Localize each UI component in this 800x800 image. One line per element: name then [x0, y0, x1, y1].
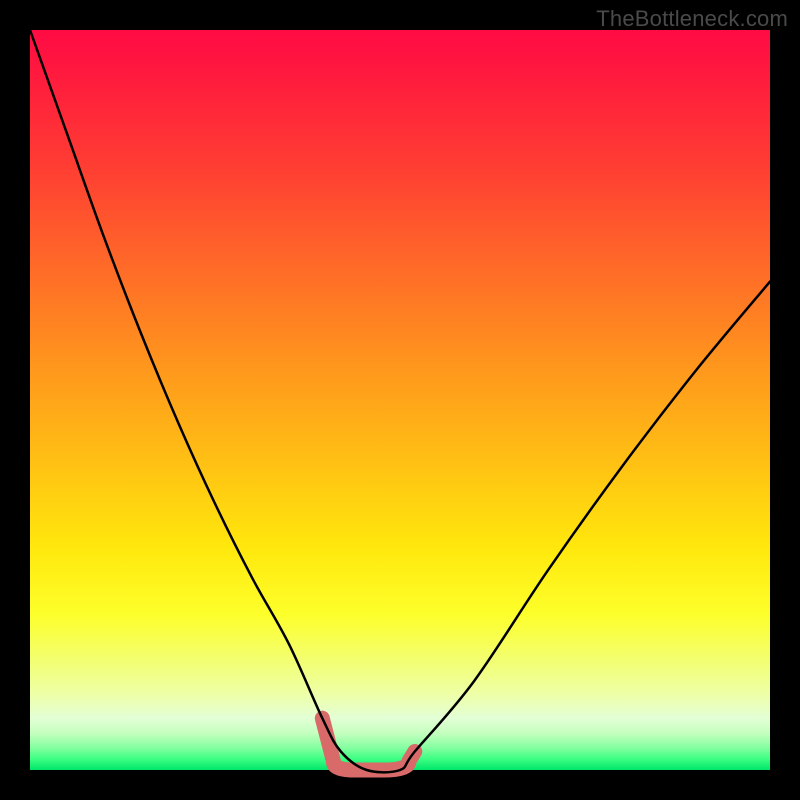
chart-frame: TheBottleneck.com — [0, 0, 800, 800]
plot-area — [30, 30, 770, 770]
curve-svg — [30, 30, 770, 770]
watermark-text: TheBottleneck.com — [596, 6, 788, 32]
bottleneck-curve — [30, 30, 770, 772]
